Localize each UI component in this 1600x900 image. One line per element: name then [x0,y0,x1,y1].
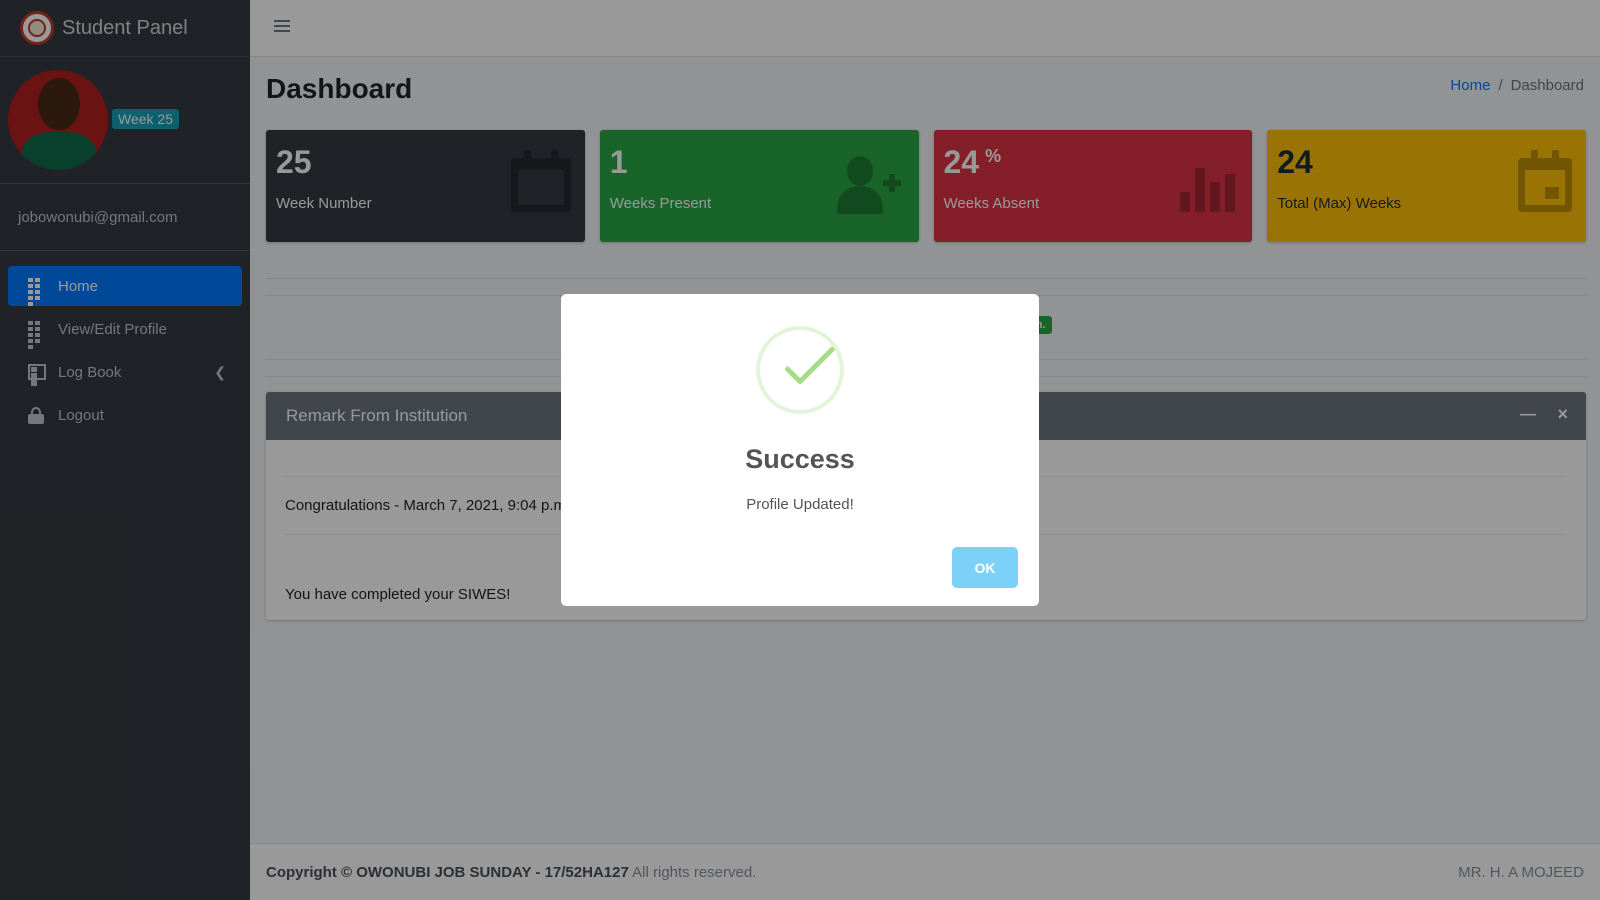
ok-button[interactable]: OK [952,547,1018,588]
success-check-icon [756,326,844,414]
modal-overlay[interactable]: Success Profile Updated! OK [0,0,1600,900]
dialog-message: Profile Updated! [746,496,854,513]
dialog-title: Success [745,444,855,474]
success-dialog: Success Profile Updated! OK [561,294,1039,606]
